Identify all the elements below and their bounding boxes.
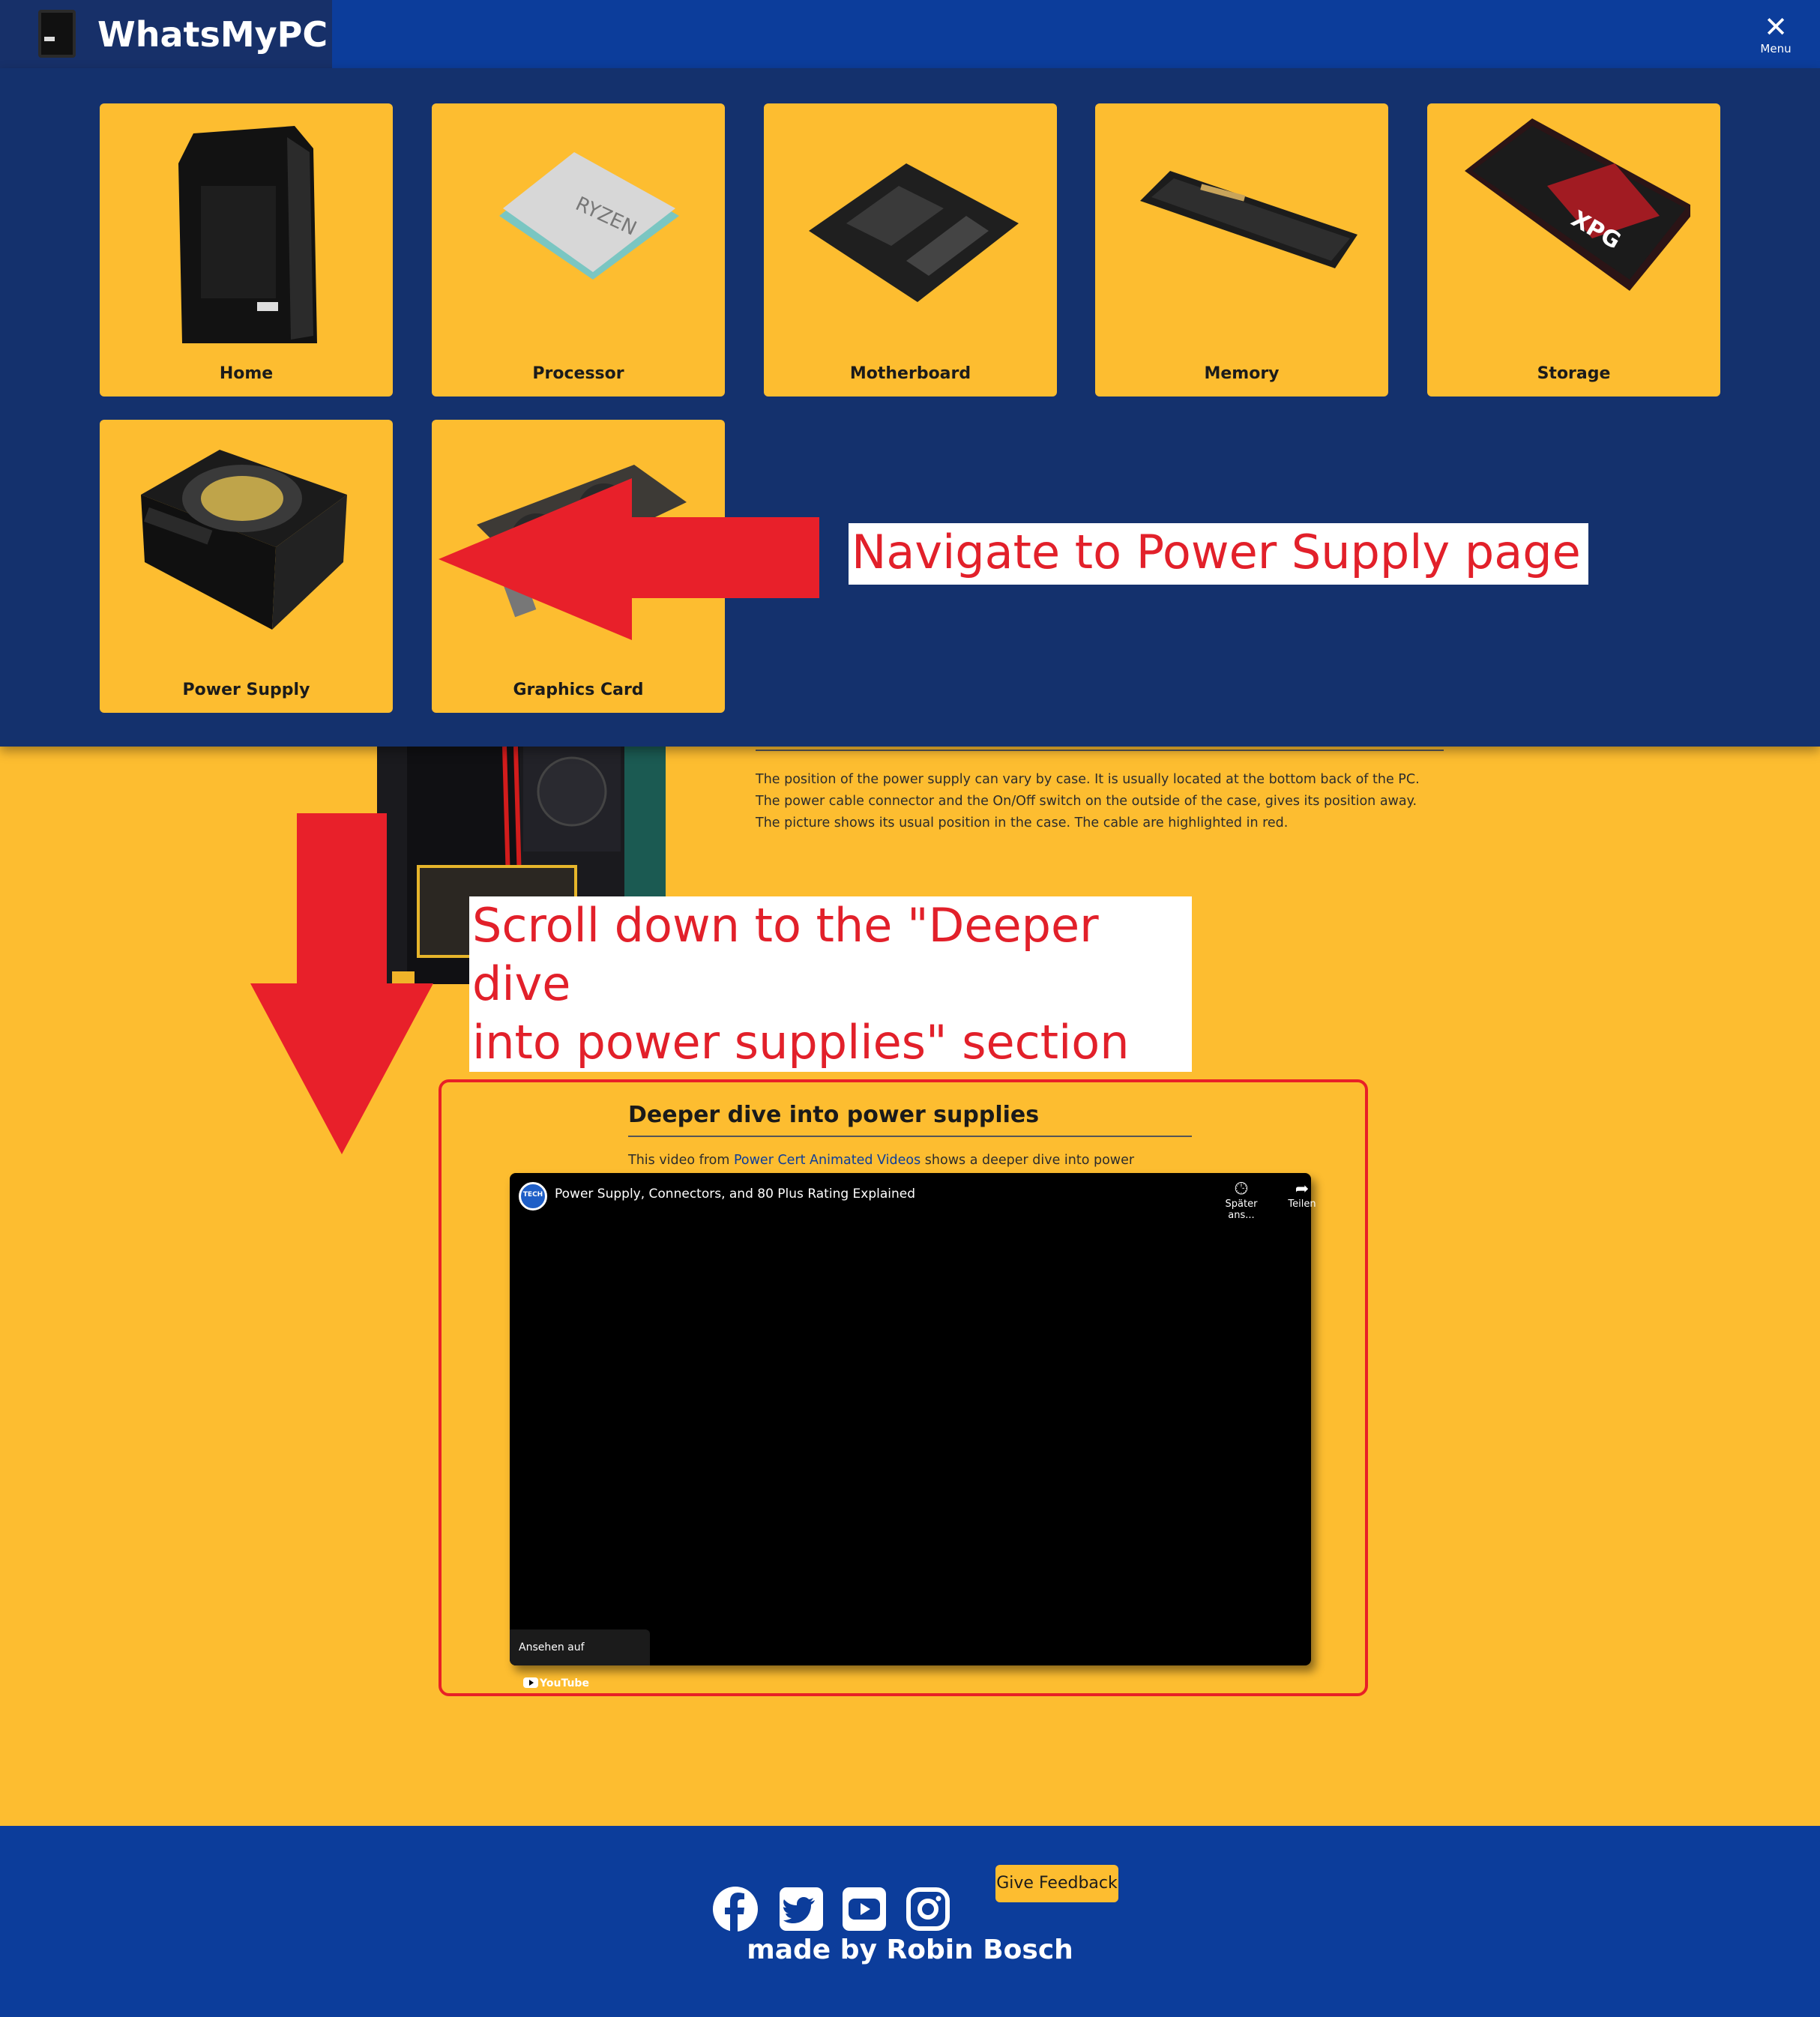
motherboard-icon [809,163,1019,302]
brand-name: WhatsMyPC [97,14,328,55]
top-navbar: WhatsMyPC ✕ Menu [0,0,1820,68]
site-footer: Give Feedback made by Robin Bosch [0,1826,1820,2017]
twitter-icon[interactable] [778,1886,825,1932]
deeper-dive-highlight-box [439,1079,1368,1696]
pc-case-logo-icon [38,10,76,58]
navigation-menu-panel: Home RYZEN Processor Motherboard Memory [0,68,1820,747]
ssd-icon: XPG [1465,118,1690,291]
nav-tile-memory[interactable]: Memory [1095,103,1388,397]
left-arrow-annotation [439,478,819,640]
annotation-navigate-psu: Navigate to Power Supply page [849,523,1588,585]
nav-tile-label: Graphics Card [513,681,644,699]
made-by-credit: made by Robin Bosch [747,1935,1073,1965]
nav-tile-label: Processor [532,364,624,383]
nav-tile-label: Motherboard [849,364,971,383]
pc-case-icon [178,126,317,343]
annotation-scroll-deeper-dive: Scroll down to the "Deeper dive into pow… [469,896,1192,1072]
menu-label: Menu [1760,42,1792,55]
psu-icon [141,450,347,630]
nav-tile-label: Power Supply [182,681,310,699]
instagram-icon[interactable] [905,1886,951,1932]
cpu-icon: RYZEN [499,152,679,280]
give-feedback-button[interactable]: Give Feedback [995,1865,1118,1902]
annotation-line-1: Scroll down to the "Deeper dive [472,898,1099,1011]
nav-tile-power-supply[interactable]: Power Supply [100,420,393,713]
facebook-icon[interactable] [712,1886,759,1932]
annotation-line-2: into power supplies" section [472,1015,1130,1070]
down-arrow-annotation [250,813,433,1154]
brand-home-link[interactable]: WhatsMyPC [0,0,332,68]
nav-tile-label: Home [219,364,274,383]
nav-tile-storage[interactable]: XPG Storage [1427,103,1720,397]
ram-icon [1140,171,1358,268]
youtube-icon[interactable] [841,1886,888,1932]
close-icon: ✕ [1764,10,1788,43]
nav-tile-home[interactable]: Home [100,103,393,397]
section-divider [756,750,1444,751]
psu-position-description: The position of the power supply can var… [756,772,1420,830]
nav-tile-label: Memory [1204,364,1280,383]
nav-tile-processor[interactable]: RYZEN Processor [432,103,725,397]
nav-tile-label: Storage [1537,364,1611,383]
nav-tile-motherboard[interactable]: Motherboard [764,103,1057,397]
menu-close-button[interactable]: ✕ Menu [1750,12,1802,58]
